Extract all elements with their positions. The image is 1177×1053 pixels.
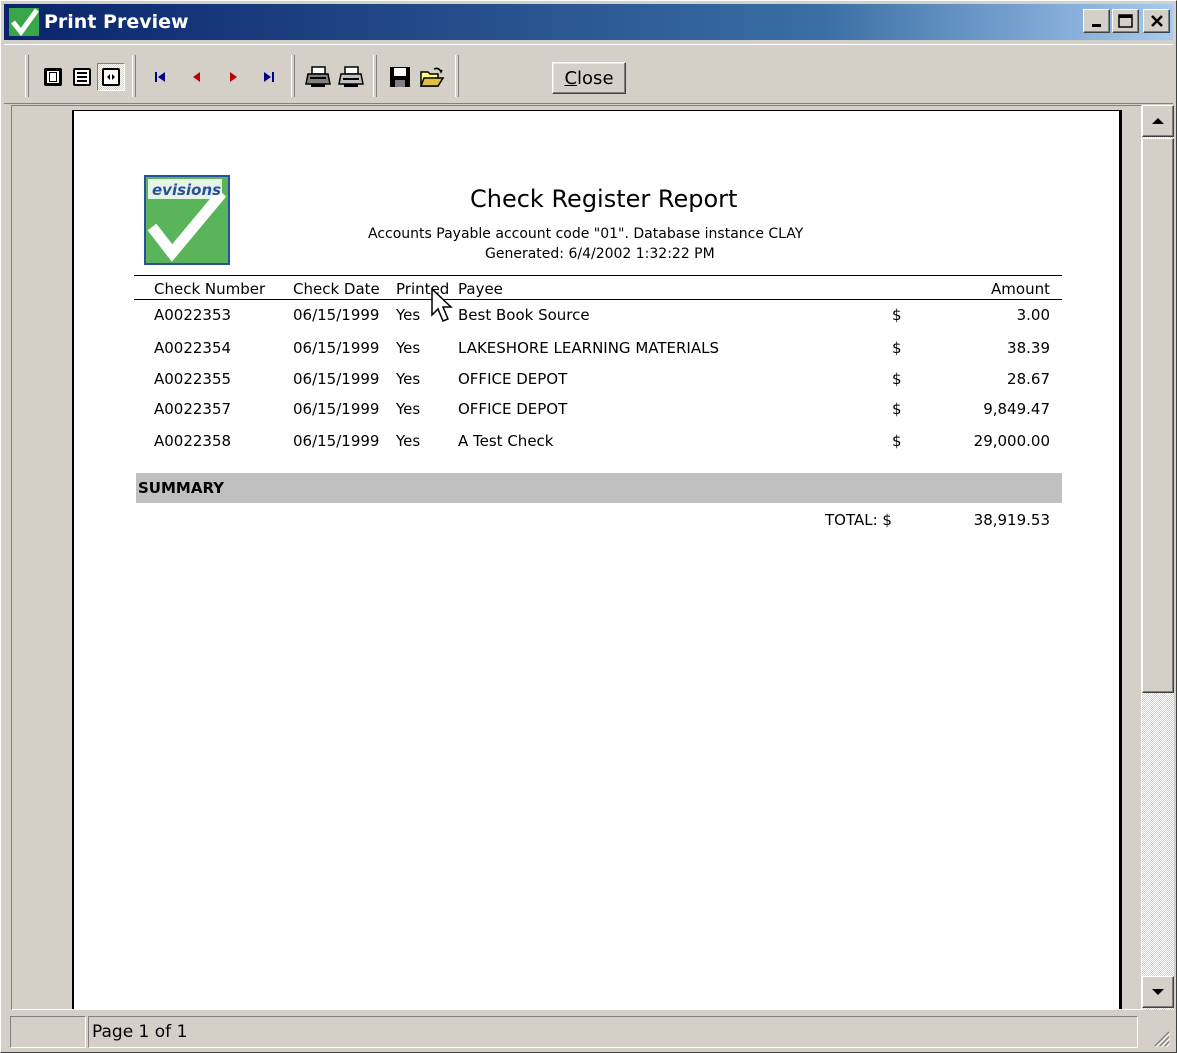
cell-check-date: 06/15/1999 xyxy=(293,339,380,357)
cell-printed: Yes xyxy=(396,400,421,418)
cell-payee: Best Book Source xyxy=(458,306,590,324)
resize-grip-icon[interactable] xyxy=(1151,1028,1171,1048)
cell-amount: 3.00 xyxy=(1016,306,1050,324)
status-left-panel xyxy=(10,1016,86,1048)
vertical-scrollbar[interactable] xyxy=(1142,105,1174,1010)
toolbar-separator xyxy=(291,55,295,97)
col-amount: Amount xyxy=(991,280,1050,298)
summary-band xyxy=(136,473,1062,503)
cell-printed: Yes xyxy=(396,306,421,324)
toolbar-separator xyxy=(373,55,377,97)
cell-check-date: 06/15/1999 xyxy=(293,432,380,450)
cell-check-date: 06/15/1999 xyxy=(293,306,380,324)
cell-check-number: A0022358 xyxy=(154,432,232,450)
next-page-icon xyxy=(230,72,237,82)
cell-payee: LAKESHORE LEARNING MATERIALS xyxy=(458,339,719,357)
cell-amount: 9,849.47 xyxy=(983,400,1050,418)
window-close-button[interactable] xyxy=(1143,9,1170,33)
page-indicator: Page 1 of 1 xyxy=(88,1016,1138,1048)
page-width-button[interactable] xyxy=(68,63,96,91)
cell-amount: 28.67 xyxy=(1007,370,1050,388)
report-page: evisions Check Register Report Accounts … xyxy=(72,110,1122,1009)
print-preview-window: Print Preview Close evisions Check Regis… xyxy=(0,0,1177,1053)
cell-payee: A Test Check xyxy=(458,432,554,450)
toolbar-separator xyxy=(132,55,136,97)
whole-page-icon xyxy=(44,68,62,86)
col-check-date: Check Date xyxy=(293,280,380,298)
hundred-percent-button[interactable] xyxy=(97,63,125,91)
cell-check-number: A0022357 xyxy=(154,400,232,418)
first-page-button[interactable] xyxy=(146,63,174,91)
arrow-up-icon xyxy=(1152,118,1164,124)
previous-page-icon xyxy=(193,72,200,82)
toolbar-grip[interactable] xyxy=(25,55,29,97)
printer-setup-icon xyxy=(305,66,331,87)
whole-page-button[interactable] xyxy=(39,63,67,91)
last-page-button[interactable] xyxy=(255,63,283,91)
cell-currency: $ xyxy=(892,306,902,324)
cell-check-number: A0022354 xyxy=(154,339,232,357)
page-width-icon xyxy=(73,68,91,86)
cell-currency: $ xyxy=(892,400,902,418)
header-rule-bottom xyxy=(134,299,1062,300)
report-subtitle: Accounts Payable account code "01". Data… xyxy=(368,226,804,242)
arrow-down-icon xyxy=(1152,989,1164,995)
cell-check-date: 06/15/1999 xyxy=(293,370,380,388)
window-controls xyxy=(1081,9,1170,33)
cell-printed: Yes xyxy=(396,370,421,388)
first-page-icon xyxy=(155,72,165,82)
total-value: 38,919.53 xyxy=(973,511,1050,529)
open-folder-icon xyxy=(420,67,444,87)
close-preview-button[interactable]: Close xyxy=(552,62,626,94)
cell-printed: Yes xyxy=(396,339,421,357)
toolbar-separator xyxy=(455,55,459,97)
total-label: TOTAL: $ xyxy=(825,511,892,529)
window-title: Print Preview xyxy=(44,11,189,33)
previous-page-button[interactable] xyxy=(183,63,211,91)
col-payee: Payee xyxy=(458,280,503,298)
evisions-logo: evisions xyxy=(144,175,230,269)
open-button[interactable] xyxy=(418,63,446,91)
print-button[interactable] xyxy=(337,63,365,91)
save-icon xyxy=(390,67,410,87)
cell-payee: OFFICE DEPOT xyxy=(458,400,568,418)
cell-printed: Yes xyxy=(396,432,421,450)
cell-amount: 38.39 xyxy=(1007,339,1050,357)
scroll-thumb[interactable] xyxy=(1142,138,1174,693)
minimize-icon xyxy=(1091,24,1101,27)
cell-check-date: 06/15/1999 xyxy=(293,400,380,418)
printer-setup-button[interactable] xyxy=(304,63,332,91)
maximize-button[interactable] xyxy=(1112,9,1139,33)
scroll-down-button[interactable] xyxy=(1142,976,1174,1008)
maximize-icon xyxy=(1117,14,1133,28)
hundred-percent-icon xyxy=(102,68,120,86)
summary-label: SUMMARY xyxy=(138,479,225,497)
preview-toolbar: Close xyxy=(4,44,1173,104)
cell-amount: 29,000.00 xyxy=(973,432,1050,450)
status-bar: Page 1 of 1 xyxy=(4,1014,1173,1050)
last-page-icon xyxy=(264,72,274,82)
cell-currency: $ xyxy=(892,432,902,450)
report-generated: Generated: 6/4/2002 1:32:22 PM xyxy=(485,246,715,262)
cell-payee: OFFICE DEPOT xyxy=(458,370,568,388)
col-check-number: Check Number xyxy=(154,280,266,298)
preview-viewport[interactable]: evisions Check Register Report Accounts … xyxy=(11,105,1142,1010)
close-button-mnemonic: Close xyxy=(564,67,614,89)
cell-currency: $ xyxy=(892,370,902,388)
next-page-button[interactable] xyxy=(219,63,247,91)
scroll-up-button[interactable] xyxy=(1142,105,1174,137)
print-icon xyxy=(338,66,364,87)
save-button[interactable] xyxy=(386,63,414,91)
close-icon xyxy=(1150,15,1163,27)
cell-currency: $ xyxy=(892,339,902,357)
report-title: Check Register Report xyxy=(470,185,738,213)
checkmark-app-icon xyxy=(4,4,44,40)
logo-text: evisions xyxy=(152,181,221,199)
mouse-pointer-icon xyxy=(431,287,453,322)
cell-check-number: A0022355 xyxy=(154,370,232,388)
cell-check-number: A0022353 xyxy=(154,306,232,324)
minimize-button[interactable] xyxy=(1083,9,1110,33)
title-bar[interactable]: Print Preview xyxy=(4,4,1173,40)
header-rule-top xyxy=(134,275,1062,276)
